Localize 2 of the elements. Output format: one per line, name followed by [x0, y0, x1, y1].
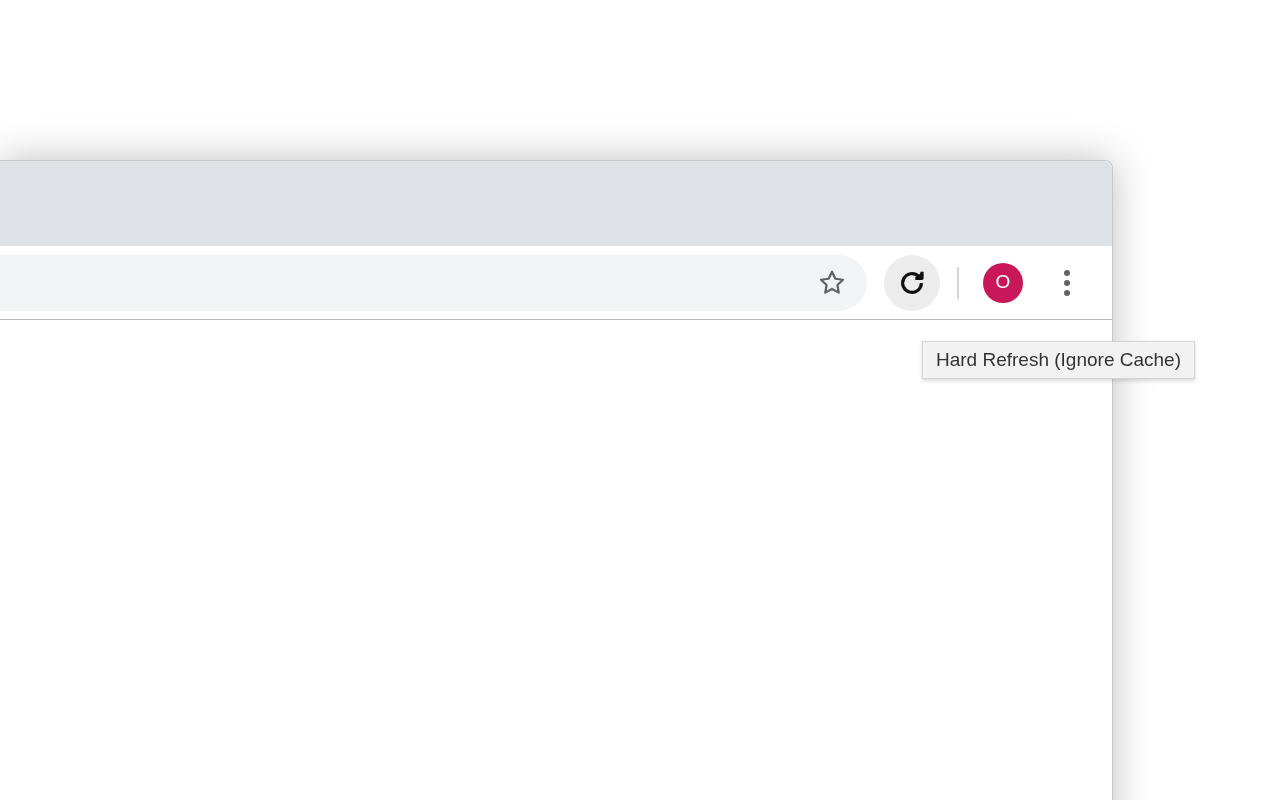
tooltip: Hard Refresh (Ignore Cache)	[922, 341, 1195, 379]
profile-avatar[interactable]: O	[983, 262, 1023, 303]
